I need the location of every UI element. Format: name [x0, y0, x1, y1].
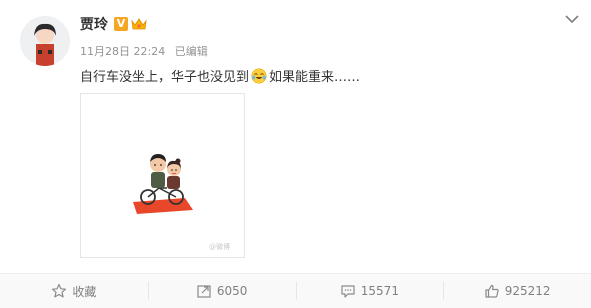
- post-timestamp[interactable]: 11月28日 22:24: [80, 45, 165, 58]
- post-text: 自行车没坐上，华子也没见到 如果能重来……: [80, 66, 360, 85]
- verified-badge-text: V: [116, 17, 126, 30]
- image-watermark: @微博: [209, 243, 230, 251]
- like-button[interactable]: 925212: [443, 274, 591, 308]
- weibo-post-card: 贾玲 V 11月28日 22:24 已编辑 自行车没坐上，华子也没见到 如果能重…: [0, 0, 591, 308]
- star-icon: [52, 283, 67, 298]
- author-name[interactable]: 贾玲: [80, 14, 108, 34]
- laughing-tears-emoji-icon: [251, 68, 267, 83]
- author-avatar[interactable]: [20, 16, 70, 66]
- comment-button[interactable]: 15571: [295, 274, 444, 308]
- chevron-down-icon[interactable]: [565, 14, 579, 24]
- repost-count: 6050: [216, 284, 248, 298]
- like-count: 925212: [504, 284, 551, 298]
- post-text-part-1: 自行车没坐上，华子也没见到: [80, 70, 250, 85]
- post-meta: 11月28日 22:24 已编辑: [80, 43, 214, 59]
- repost-icon: [197, 285, 211, 298]
- author-row: 贾玲 V: [80, 14, 147, 34]
- comment-count: 15571: [360, 284, 399, 298]
- post-text-part-2: 如果能重来……: [269, 70, 361, 85]
- action-bar: 收藏 6050 15571 925212: [0, 274, 591, 308]
- verified-badge-icon[interactable]: V: [114, 17, 128, 31]
- favorite-button[interactable]: 收藏: [0, 274, 148, 308]
- edited-label[interactable]: 已编辑: [175, 45, 208, 58]
- vip-crown-icon[interactable]: [131, 17, 147, 31]
- favorite-label: 收藏: [72, 284, 97, 299]
- comment-icon: [341, 285, 355, 298]
- post-image[interactable]: @微博: [80, 93, 245, 258]
- repost-button[interactable]: 6050: [147, 274, 296, 308]
- thumbs-up-icon: [485, 284, 499, 298]
